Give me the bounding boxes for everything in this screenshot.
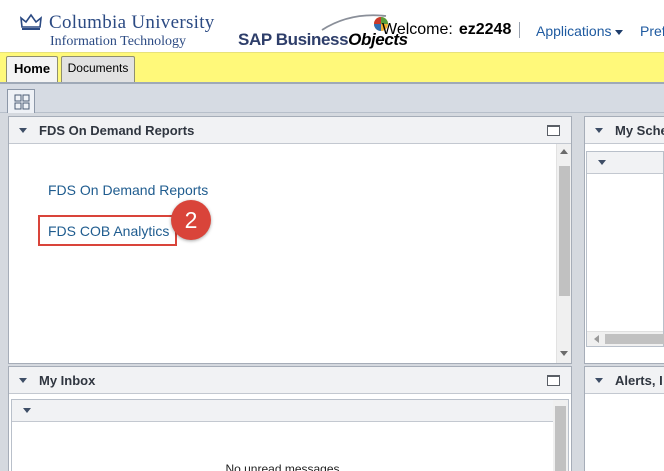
welcome-label: Welcome: <box>382 21 453 38</box>
tab-documents[interactable]: Documents <box>61 56 135 82</box>
maximize-icon[interactable] <box>547 125 560 136</box>
pane-title: Alerts, I <box>615 373 663 388</box>
scroll-left-icon[interactable] <box>594 335 599 343</box>
pane-header: My Inbox <box>9 367 571 394</box>
department-name: Information Technology <box>50 34 187 49</box>
scroll-down-icon[interactable] <box>560 351 568 356</box>
horizontal-scrollbar[interactable] <box>587 331 664 346</box>
my-schedules-pane: My Sche <box>584 116 664 364</box>
page-layout-button[interactable] <box>7 89 35 113</box>
grid-layout-icon <box>14 94 30 110</box>
inner-header <box>12 400 568 422</box>
pane-body: FDS On Demand Reports FDS COB Analytics … <box>9 144 556 363</box>
tab-bar: Home Documents <box>0 52 664 82</box>
collapse-arrow-icon[interactable] <box>595 378 603 383</box>
collapse-arrow-icon[interactable] <box>23 408 31 413</box>
vertical-scrollbar[interactable] <box>556 144 571 363</box>
username: ez2248 <box>458 21 512 38</box>
header-separator <box>519 22 520 38</box>
scrollbar-thumb[interactable] <box>559 166 570 296</box>
columbia-crown-icon <box>20 13 42 30</box>
app-header: Columbia University Information Technolo… <box>0 0 664 54</box>
fds-cob-analytics-link[interactable]: FDS COB Analytics <box>48 223 169 239</box>
applications-menu[interactable]: Applications <box>536 23 623 39</box>
scrollbar-thumb[interactable] <box>605 334 664 344</box>
welcome-message: Welcome: ez2248 <box>382 21 511 39</box>
step-number-badge: 2 <box>171 200 211 240</box>
inbox-inner-panel: No unread messages <box>11 399 569 471</box>
fds-on-demand-reports-link[interactable]: FDS On Demand Reports <box>48 182 208 198</box>
caret-down-icon <box>614 29 623 35</box>
collapse-arrow-icon[interactable] <box>19 378 27 383</box>
portal-toolbar <box>0 82 664 113</box>
applications-menu-label: Applications <box>536 23 612 39</box>
scrollbar-thumb[interactable] <box>555 406 566 471</box>
pane-title: FDS On Demand Reports <box>39 123 195 138</box>
collapse-arrow-icon[interactable] <box>595 128 603 133</box>
collapse-arrow-icon[interactable] <box>598 160 606 165</box>
collapse-arrow-icon[interactable] <box>19 128 27 133</box>
pane-title: My Inbox <box>39 373 96 388</box>
alerts-pane: Alerts, I <box>584 366 664 471</box>
maximize-icon[interactable] <box>547 375 560 386</box>
schedules-inner-panel <box>586 151 664 347</box>
pane-header: FDS On Demand Reports <box>9 117 571 144</box>
portal-area: FDS On Demand Reports FDS On Demand Repo… <box>0 113 664 471</box>
fds-reports-pane: FDS On Demand Reports FDS On Demand Repo… <box>8 116 572 364</box>
university-name: Columbia University <box>49 12 215 33</box>
scroll-up-icon[interactable] <box>560 149 568 154</box>
preferences-menu[interactable]: Pref <box>640 23 664 39</box>
pane-header: My Sche <box>585 117 664 144</box>
pane-title: My Sche <box>615 123 664 138</box>
my-inbox-pane: My Inbox No unread messages <box>8 366 572 471</box>
inbox-empty-message: No unread messages <box>225 462 340 471</box>
sap-logo-text: SAP Business <box>238 30 349 49</box>
inner-header <box>587 152 663 174</box>
pane-header: Alerts, I <box>585 367 664 394</box>
vertical-scrollbar[interactable] <box>553 400 568 471</box>
tab-home[interactable]: Home <box>6 56 58 82</box>
